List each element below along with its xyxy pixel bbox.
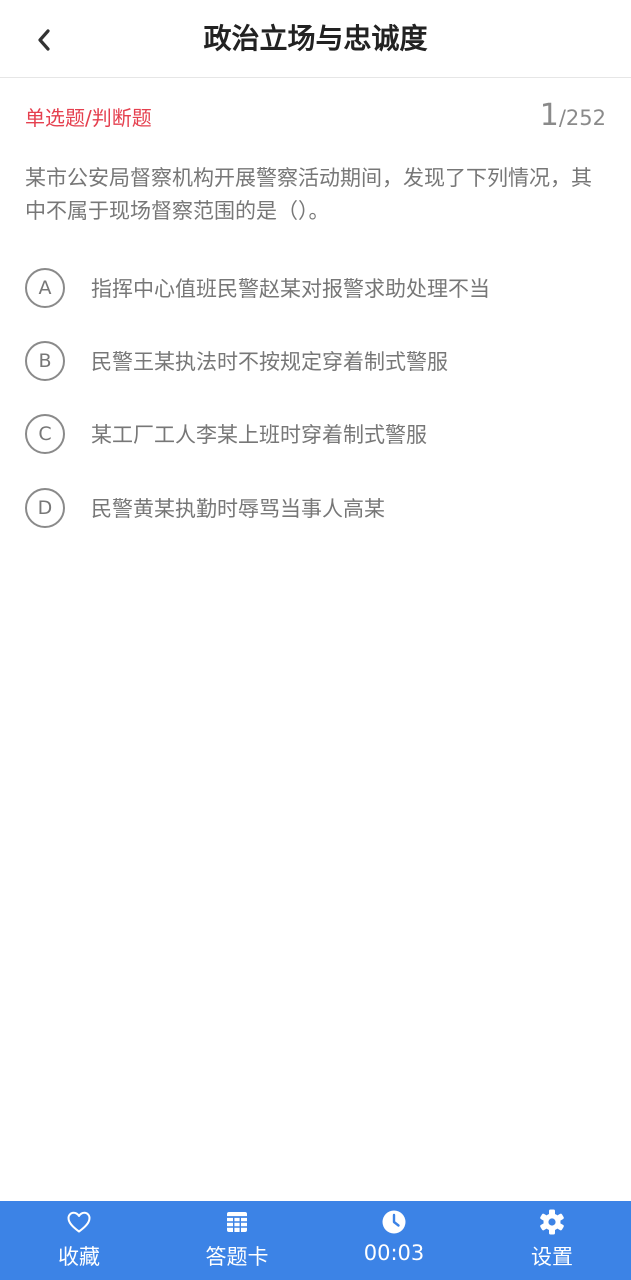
timer-button[interactable]: 00:03 [315,1201,473,1280]
question-type-label: 单选题/判断题 [25,106,152,130]
option-letter-c: C [25,414,65,454]
question-text: 某市公安局督察机构开展警察活动期间，发现了下列情况，其中不属于现场督察范围的是（… [25,166,592,223]
settings-button[interactable]: 设置 [473,1201,631,1280]
option-b[interactable]: B 民警王某执法时不按规定穿着制式警服 [25,341,605,381]
option-text-a: 指挥中心值班民警赵某对报警求助处理不当 [91,277,490,301]
option-a[interactable]: A 指挥中心值班民警赵某对报警求助处理不当 [25,268,605,308]
option-text-c: 某工厂工人李某上班时穿着制式警服 [91,423,427,447]
answer-card-button[interactable]: 答题卡 [158,1201,316,1280]
chevron-left-icon [38,29,50,51]
bottom-toolbar: 收藏 答题卡 00:03 设置 [0,1201,631,1280]
gear-icon [473,1209,631,1235]
page-title: 政治立场与忠诚度 [203,22,428,55]
clock-icon [315,1209,473,1235]
question-counter: 1/252 [540,98,606,133]
timer-label: 00:03 [363,1241,425,1265]
option-c[interactable]: C 某工厂工人李某上班时穿着制式警服 [25,414,605,454]
current-question-number: 1 [539,98,559,133]
back-button[interactable] [22,18,66,62]
settings-label: 设置 [531,1245,573,1269]
favorite-button[interactable]: 收藏 [0,1201,158,1280]
option-text-d: 民警黄某执勤时辱骂当事人高某 [91,497,385,521]
option-letter-a: A [25,268,65,308]
option-letter-d: D [25,488,65,528]
favorite-label: 收藏 [58,1245,100,1269]
heart-icon [0,1209,158,1235]
total-questions: /252 [558,106,606,130]
answer-card-label: 答题卡 [205,1245,269,1269]
header-bar: 政治立场与忠诚度 [0,0,631,78]
option-letter-b: B [25,341,65,381]
grid-icon [158,1209,316,1235]
option-text-b: 民警王某执法时不按规定穿着制式警服 [91,350,448,374]
option-d[interactable]: D 民警黄某执勤时辱骂当事人高某 [25,488,605,528]
